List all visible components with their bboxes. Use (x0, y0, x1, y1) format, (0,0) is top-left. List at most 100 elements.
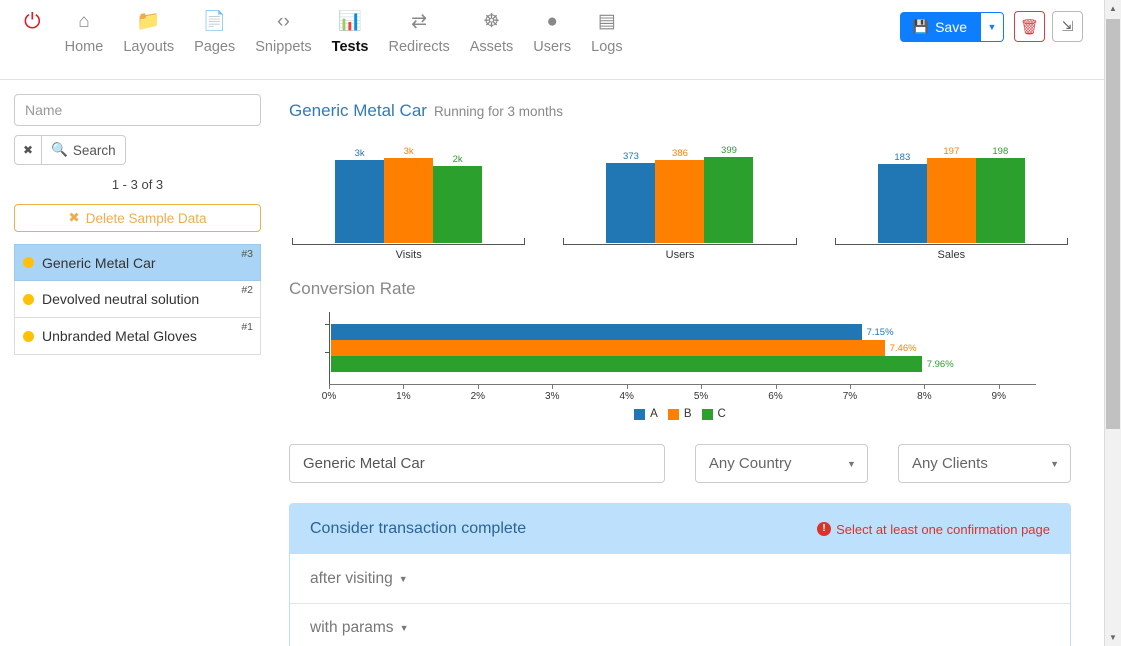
nav-item-redirects[interactable]: ⇄ Redirects (378, 8, 459, 55)
scrollbar-thumb[interactable] (1106, 19, 1120, 429)
nav-item-users[interactable]: ●Users (523, 8, 581, 55)
nav-item-power[interactable]: ⏻ (14, 8, 55, 34)
x-axis-tick (329, 385, 330, 389)
nav-item-label: Users (533, 39, 571, 55)
nav-item-assets[interactable]: ☸ Assets (460, 8, 524, 55)
legend-item[interactable]: C (702, 408, 726, 420)
conversion-rate-chart: 7.15%7.46%7.96% 0%1%2%3%4%5%6%7%8%9% ABC (289, 312, 1071, 430)
assets-icon: ☸ (483, 8, 500, 34)
bar-value-label: 197 (943, 147, 959, 157)
search-button[interactable]: 🔍 Search (42, 135, 126, 165)
x-axis-tick-label: 5% (694, 391, 708, 402)
metric-chart-visits: 3k3k2k Visits (289, 141, 528, 261)
save-dropdown-button[interactable]: ▼ (980, 12, 1004, 42)
bar-group: 386 (655, 141, 704, 243)
conversion-bar-value-label: 7.46% (890, 343, 917, 354)
bar-value-label: 183 (894, 153, 910, 163)
page-scrollbar[interactable]: ▲ ▼ (1104, 0, 1121, 646)
nav-item-home[interactable]: ⌂Home (55, 8, 114, 55)
times-icon: ✖ (68, 210, 79, 226)
exclamation-circle-icon: ! (817, 522, 831, 536)
nav-item-label: Layouts (123, 39, 174, 55)
list-item-label: Unbranded Metal Gloves (42, 328, 197, 344)
conversion-bar (331, 356, 922, 372)
bar-group: 2k (433, 141, 482, 243)
metric-chart-users: 373386399Users (560, 141, 799, 261)
nav-item-logs[interactable]: ▤ Logs (581, 8, 632, 55)
panel-dropdown-row[interactable]: after visiting ▼ (290, 554, 1070, 603)
nav-item-label: Tests (332, 39, 369, 55)
legend-label: A (650, 408, 658, 420)
bar-value-label: 373 (623, 152, 639, 162)
caret-down-icon: ▼ (1050, 459, 1059, 469)
list-item[interactable]: Unbranded Metal Gloves#1 (14, 318, 261, 355)
legend-item[interactable]: A (634, 408, 658, 420)
bar-group: 198 (976, 141, 1025, 243)
validation-warning: ! Select at least one confirmation page (817, 522, 1050, 537)
save-button[interactable]: 💾 Save (900, 12, 980, 42)
nav-item-snippets[interactable]: ‹› Snippets (245, 8, 321, 55)
nav-item-label: Pages (194, 39, 235, 55)
nav-item-layouts[interactable]: 📁Layouts (113, 8, 184, 55)
code-icon: ‹› (277, 8, 290, 34)
list-item-label: Generic Metal Car (42, 255, 156, 271)
status-dot-icon (23, 331, 34, 342)
transaction-panel: Consider transaction complete ! Select a… (289, 503, 1071, 646)
bar (384, 158, 433, 243)
y-axis-tick (325, 324, 330, 325)
clients-select-value: Any Clients (912, 455, 988, 472)
top-toolbar: ⏻ ⌂Home📁Layouts📄Pages ‹› Snippets 📊Tests ⇄ Red… (0, 0, 1104, 80)
trash-icon: 🗑 (1020, 18, 1039, 36)
legend-item[interactable]: B (668, 408, 692, 420)
conversion-bar (331, 324, 862, 340)
nav-item-label: Logs (591, 39, 622, 55)
legend-label: B (684, 408, 692, 420)
app-window: ⏻ ⌂Home📁Layouts📄Pages ‹› Snippets 📊Tests ⇄ Red… (0, 0, 1121, 646)
metric-axis-label: Visits (289, 249, 528, 261)
metric-axis (835, 238, 1068, 245)
bar-group: 3k (384, 141, 433, 243)
toolbar-actions: 💾 Save ▼ 🗑 ⇲ (900, 11, 1083, 42)
panel-dropdown-label: after visiting (310, 570, 393, 588)
clear-search-button[interactable]: ✖ (14, 135, 42, 165)
x-axis-tick (701, 385, 702, 389)
y-axis-tick (325, 352, 330, 353)
caret-down-icon: ▼ (399, 574, 408, 584)
country-select[interactable]: Any Country ▼ (695, 444, 868, 483)
nav-item-pages[interactable]: 📄Pages (184, 8, 245, 55)
list-item[interactable]: Devolved neutral solution#2 (14, 281, 261, 318)
delete-sample-data-button[interactable]: ✖ Delete Sample Data (14, 204, 261, 232)
nav-item-label: Assets (470, 39, 514, 55)
x-axis-tick (999, 385, 1000, 389)
scroll-up-icon[interactable]: ▲ (1105, 0, 1121, 17)
x-axis-tick-label: 7% (843, 391, 857, 402)
compress-icon: ⇲ (1062, 18, 1074, 35)
shuffle-icon: ⇄ (411, 8, 427, 34)
x-axis-tick (627, 385, 628, 389)
conversion-bar-value-label: 7.15% (867, 327, 894, 338)
logs-icon: ▤ (598, 8, 616, 34)
nav-item-label: Redirects (388, 39, 449, 55)
metric-bars: 3k3k2k (289, 141, 528, 243)
x-axis-tick-label: 2% (471, 391, 485, 402)
nav-item-label: Snippets (255, 39, 311, 55)
validation-warning-text: Select at least one confirmation page (836, 522, 1050, 537)
x-axis-tick (776, 385, 777, 389)
sidebar: ✖ 🔍 Search 1 - 3 of 3 ✖ Delete Sample Da… (0, 81, 275, 646)
fullscreen-toggle-button[interactable]: ⇲ (1052, 11, 1083, 42)
bar (655, 160, 704, 243)
power-icon: ⏻ (24, 8, 41, 34)
x-axis-tick-label: 9% (992, 391, 1006, 402)
page-title[interactable]: Generic Metal Car (289, 101, 427, 121)
metric-axis-label: Sales (832, 249, 1071, 261)
clients-select[interactable]: Any Clients ▼ (898, 444, 1071, 483)
conversion-plot-area: 7.15%7.46%7.96% (329, 312, 1036, 384)
test-name-field[interactable] (289, 444, 665, 483)
list-item-label: Devolved neutral solution (42, 291, 199, 307)
panel-dropdown-row[interactable]: with params▼ (290, 603, 1070, 646)
delete-button[interactable]: 🗑 (1014, 11, 1045, 42)
nav-item-tests[interactable]: 📊Tests (322, 8, 379, 55)
list-item[interactable]: Generic Metal Car#3 (14, 244, 261, 281)
scroll-down-icon[interactable]: ▼ (1105, 629, 1121, 646)
name-search-input[interactable] (14, 94, 261, 126)
